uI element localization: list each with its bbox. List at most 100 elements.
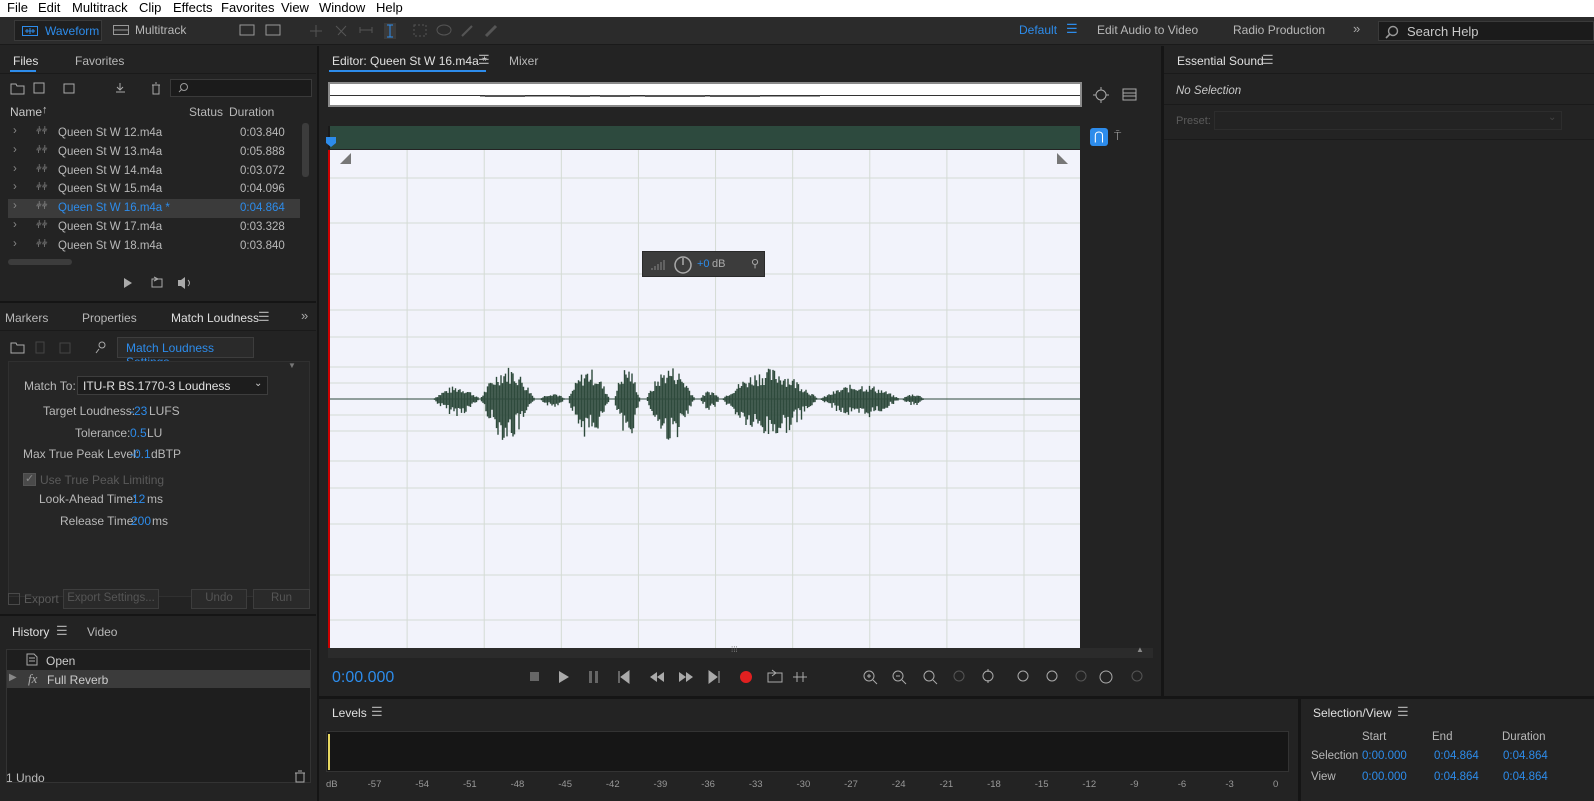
files-search-input[interactable] — [170, 79, 312, 97]
files-hscrollbar[interactable] — [8, 259, 72, 265]
menu-clip[interactable]: Clip — [139, 0, 161, 15]
view-duration[interactable]: 0:04.864 — [1503, 771, 1548, 783]
marker-pin-icon[interactable]: ⍑ — [1114, 129, 1121, 144]
trash-icon[interactable] — [294, 770, 306, 783]
tab-properties[interactable]: Properties — [82, 311, 137, 325]
panel-menu-icon[interactable]: ☰ — [56, 623, 68, 639]
undo-button[interactable]: Undo — [191, 589, 247, 609]
files-toolbar-icons[interactable] — [10, 80, 170, 96]
panel-menu-icon[interactable]: ☰ — [371, 704, 383, 720]
menu-multitrack[interactable]: Multitrack — [72, 0, 128, 15]
tab-match-loudness[interactable]: Match Loudness — [171, 311, 259, 325]
view-start[interactable]: 0:00.000 — [1362, 771, 1407, 783]
file-row[interactable]: › ⫩⫩ Queen St W 15.m4a 0:04.096 — [8, 180, 300, 199]
multitrack-mode-button[interactable]: Multitrack — [104, 20, 192, 41]
pin-icon[interactable]: ⚲ — [751, 257, 759, 270]
target-loudness-value[interactable]: -23 — [130, 404, 147, 418]
time-ruler[interactable] — [328, 126, 1080, 149]
history-item-open[interactable]: Open — [7, 651, 310, 669]
menu-edit[interactable]: Edit — [38, 0, 60, 15]
file-row[interactable]: › ⫩⫩ Queen St W 14.m4a 0:03.072 — [8, 162, 300, 181]
match-to-select[interactable]: ITU-R BS.1770-3 Loudness ⌄ — [77, 376, 268, 395]
menu-bar: File Edit Multitrack Clip Effects Favori… — [0, 0, 1594, 17]
expand-icon[interactable]: » — [301, 308, 308, 323]
level-scale-label: -27 — [844, 779, 858, 790]
workspace-edit-audio-to-video[interactable]: Edit Audio to Video — [1097, 23, 1198, 37]
panel-menu-icon[interactable]: ☰ — [1262, 52, 1274, 68]
workspace-radio-production[interactable]: Radio Production — [1233, 23, 1325, 37]
column-name[interactable]: Name — [10, 105, 42, 119]
tab-editor[interactable]: Editor: Queen St W 16.m4a * — [332, 54, 487, 68]
export-checkbox[interactable] — [8, 593, 20, 605]
meter-peak-marker — [328, 734, 330, 770]
file-row[interactable]: › ⫩⫩ Queen St W 13.m4a 0:05.888 — [8, 143, 300, 162]
volume-knob-icon[interactable] — [673, 255, 693, 275]
menu-favorites[interactable]: Favorites — [221, 0, 274, 15]
menu-effects[interactable]: Effects — [173, 0, 213, 15]
column-duration[interactable]: Duration — [229, 105, 274, 119]
history-item-full-reverb[interactable]: ▶ fx Full Reverb — [7, 670, 310, 688]
selection-view-title: Selection/View — [1313, 706, 1392, 720]
tab-video[interactable]: Video — [87, 625, 117, 639]
selection-duration[interactable]: 0:04.864 — [1503, 750, 1548, 762]
volume-hud[interactable]: +0 dB ⚲ — [642, 251, 765, 277]
current-time-display[interactable]: 0:00.000 — [332, 669, 394, 687]
waveform-display[interactable] — [328, 150, 1080, 648]
menu-help[interactable]: Help — [376, 0, 403, 15]
menu-view[interactable]: View — [281, 0, 309, 15]
preview-transport-icons[interactable] — [120, 275, 200, 291]
expand-chevron-icon[interactable]: › — [13, 200, 17, 212]
overview-bar[interactable] — [328, 82, 1082, 107]
chevron-right-icon[interactable]: » — [1353, 21, 1360, 36]
menu-file[interactable]: File — [7, 0, 28, 15]
waveform-mode-button[interactable]: Waveform — [14, 20, 102, 41]
panel-menu-icon[interactable]: ☰ — [258, 309, 270, 325]
tab-mixer[interactable]: Mixer — [509, 54, 538, 68]
expand-chevron-icon[interactable]: › — [13, 144, 17, 156]
file-row[interactable]: › ⫩⫩ Queen St W 17.m4a 0:03.328 — [8, 218, 300, 237]
release-value[interactable]: 200 — [131, 514, 151, 528]
transport-controls[interactable] — [529, 668, 809, 686]
search-help-input[interactable]: Search Help — [1378, 21, 1594, 41]
zoom-tool-icons[interactable] — [861, 668, 1151, 686]
file-row[interactable]: › ⫩⫩ Queen St W 18.m4a 0:03.840 — [8, 237, 300, 256]
expand-chevron-icon[interactable]: › — [13, 219, 17, 231]
collapse-icon[interactable]: ▼ — [288, 361, 296, 370]
workspace-default[interactable]: Default — [1019, 23, 1057, 37]
max-peak-value[interactable]: -0.1 — [130, 447, 151, 461]
file-row[interactable]: › ⫩⫩ Queen St W 12.m4a 0:03.840 — [8, 124, 300, 143]
tab-favorites[interactable]: Favorites — [75, 54, 124, 68]
lookahead-value[interactable]: 12 — [132, 492, 145, 506]
menu-window[interactable]: Window — [319, 0, 365, 15]
level-scale-label: -30 — [796, 779, 811, 790]
scroll-up-icon[interactable]: ▲ — [1136, 645, 1144, 654]
loudness-toolbar-icons[interactable] — [10, 339, 110, 355]
expand-chevron-icon[interactable]: › — [13, 125, 17, 137]
column-status[interactable]: Status — [189, 105, 223, 119]
tolerance-value[interactable]: 0.5 — [130, 426, 147, 440]
preset-select[interactable]: ⌄ — [1214, 111, 1562, 130]
selection-start[interactable]: 0:00.000 — [1362, 750, 1407, 762]
expand-chevron-icon[interactable]: › — [13, 163, 17, 175]
file-row[interactable]: › ⫩⫩ Queen St W 16.m4a * 0:04.864 — [8, 199, 300, 219]
zoom-controls-icons[interactable] — [1091, 86, 1141, 104]
tab-markers[interactable]: Markers — [5, 311, 48, 325]
workspace-menu-icon[interactable]: ☰ — [1066, 21, 1078, 37]
snap-toggle[interactable]: ⋂ — [1090, 128, 1108, 146]
chevron-down-icon: ⌄ — [254, 378, 263, 389]
match-loudness-panel: Markers Properties Match Loudness ☰ » Ma… — [0, 303, 316, 612]
waveform-hscrollbar[interactable]: ⁞⁞⁞ ▲ — [328, 645, 1153, 658]
panel-menu-icon[interactable]: ☰ — [1397, 704, 1409, 720]
tab-files[interactable]: Files — [13, 54, 38, 68]
panel-menu-icon[interactable]: ☰ — [478, 52, 490, 68]
view-end[interactable]: 0:04.864 — [1434, 771, 1479, 783]
tab-history[interactable]: History — [12, 625, 49, 639]
expand-chevron-icon[interactable]: › — [13, 238, 17, 250]
files-scrollbar[interactable] — [302, 123, 309, 177]
use-peak-checkbox[interactable]: ✓ — [23, 473, 36, 486]
expand-chevron-icon[interactable]: › — [13, 181, 17, 193]
selection-end[interactable]: 0:04.864 — [1434, 750, 1479, 762]
run-button[interactable]: Run — [253, 589, 310, 609]
match-loudness-settings-button[interactable]: Match Loudness Settings — [117, 337, 254, 369]
export-settings-button[interactable]: Export Settings... — [63, 589, 159, 609]
